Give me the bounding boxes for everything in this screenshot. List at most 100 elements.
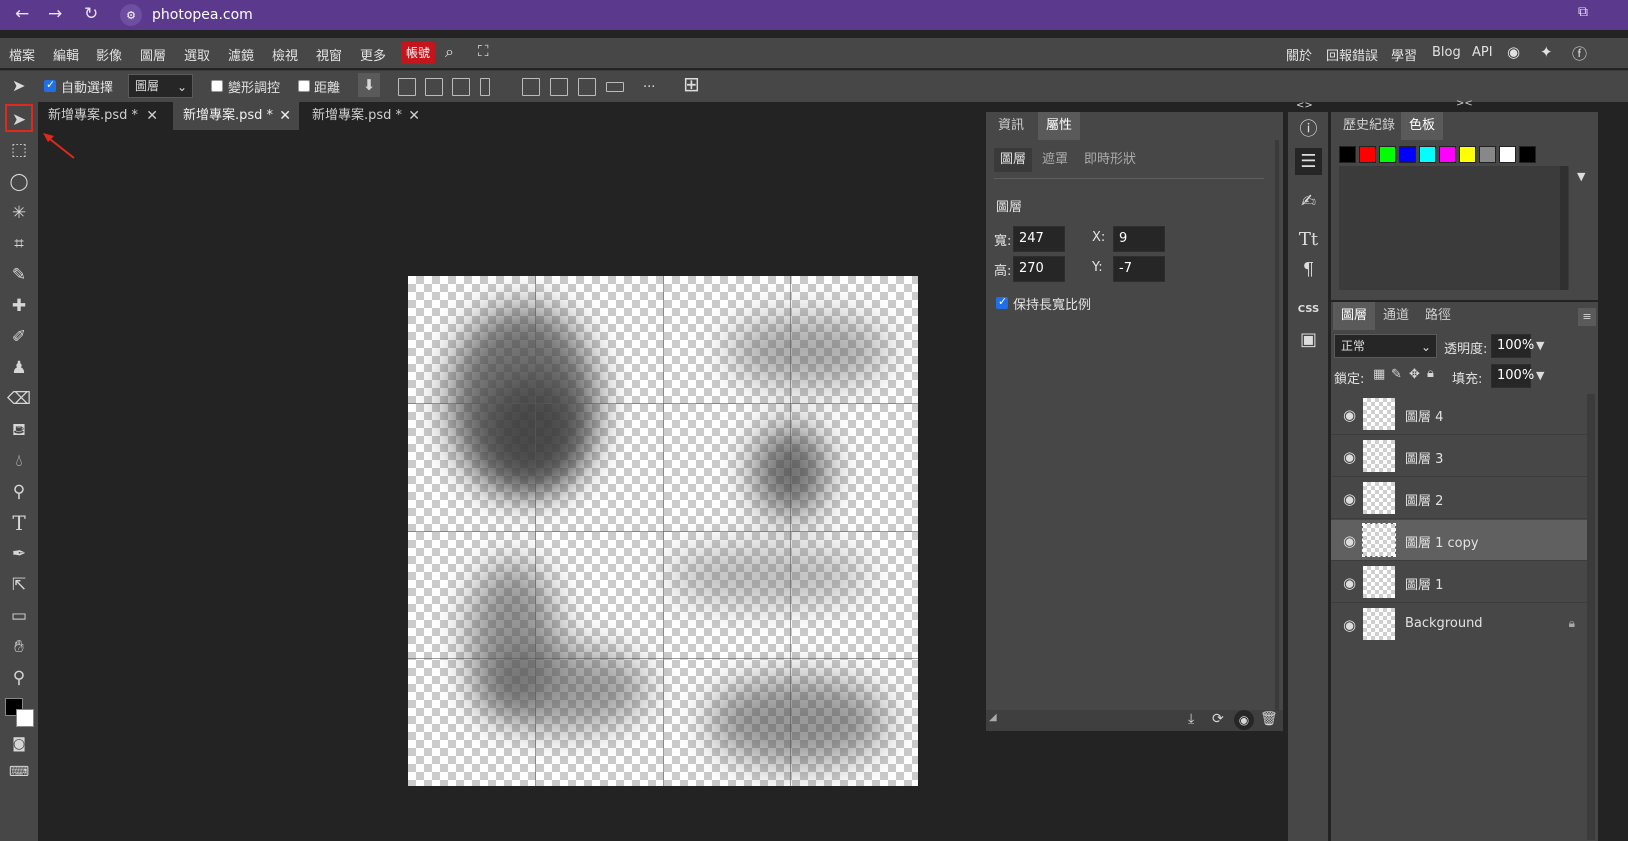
- address-bar[interactable]: ⚙ photopea.com: [120, 2, 270, 28]
- eye-icon[interactable]: ◉: [1343, 616, 1356, 634]
- align-bottom-icon[interactable]: [578, 78, 596, 96]
- auto-select-checkbox[interactable]: [44, 78, 56, 92]
- tab-channels[interactable]: 通道: [1375, 302, 1417, 330]
- align-center-h-icon[interactable]: [425, 78, 443, 96]
- auto-select-target-dropdown[interactable]: 圖層 ⌄: [128, 74, 193, 98]
- eyedropper-icon[interactable]: ✎: [5, 261, 33, 289]
- blur-tool-icon[interactable]: 💧︎: [5, 447, 33, 475]
- lock-all-icon[interactable]: 🔒︎: [1427, 366, 1434, 381]
- panel-menu-icon[interactable]: ≡: [1578, 308, 1596, 326]
- layer-row[interactable]: ◉ 圖層 1: [1331, 562, 1587, 603]
- adjustments-icon[interactable]: ☰: [1295, 148, 1322, 175]
- swatch-gray[interactable]: [1479, 146, 1496, 163]
- subtab-mask[interactable]: 遮罩: [1036, 148, 1074, 172]
- visibility-icon[interactable]: ◉: [1234, 710, 1254, 730]
- more-options[interactable]: ...: [643, 76, 655, 91]
- layer-row[interactable]: ◉ 圖層 2: [1331, 478, 1587, 519]
- brush-settings-icon[interactable]: ✍: [1295, 188, 1322, 215]
- tab-layers[interactable]: 圖層: [1333, 302, 1376, 330]
- layer-row-selected[interactable]: ◉ 圖層 1 copy: [1331, 520, 1587, 561]
- tab-history[interactable]: 歷史紀錄: [1335, 112, 1403, 140]
- reset-icon[interactable]: ⟳: [1212, 711, 1224, 727]
- doc-tab[interactable]: 新增專案.psd * ✕: [302, 102, 428, 130]
- paragraph-icon[interactable]: ¶: [1295, 256, 1322, 283]
- eraser-tool-icon[interactable]: ⌫: [5, 385, 33, 413]
- download-icon[interactable]: ⬇: [358, 73, 380, 97]
- reload-icon[interactable]: ↻: [84, 4, 98, 24]
- swatch-black-2[interactable]: [1519, 146, 1536, 163]
- x-input[interactable]: 9: [1113, 226, 1165, 252]
- lock-pixels-icon[interactable]: ✎: [1391, 367, 1402, 382]
- swatch-magenta[interactable]: [1439, 146, 1456, 163]
- scrollbar[interactable]: [1275, 140, 1279, 710]
- lock-transparency-icon[interactable]: ▦: [1373, 367, 1385, 382]
- menu-api[interactable]: API: [1472, 45, 1493, 60]
- height-input[interactable]: 270: [1013, 256, 1065, 282]
- menu-report-bug[interactable]: 回報錯誤: [1326, 45, 1378, 64]
- stamp-tool-icon[interactable]: ♟: [5, 354, 33, 382]
- menu-learn[interactable]: 學習: [1391, 45, 1417, 64]
- menu-filter[interactable]: 濾鏡: [228, 45, 254, 64]
- background-color-swatch[interactable]: [16, 709, 34, 727]
- opacity-input[interactable]: 100%: [1491, 334, 1534, 358]
- collapse-icon[interactable]: <>: [1296, 100, 1313, 111]
- facebook-icon[interactable]: ⓕ: [1572, 43, 1587, 64]
- y-input[interactable]: -7: [1113, 256, 1165, 282]
- swatch-cyan[interactable]: [1419, 146, 1436, 163]
- layer-row[interactable]: ◉ 圖層 3: [1331, 436, 1587, 477]
- eye-icon[interactable]: ◉: [1343, 406, 1356, 424]
- swatch-menu-icon[interactable]: ▼: [1577, 170, 1585, 183]
- menu-more[interactable]: 更多: [360, 45, 386, 64]
- fill-slider-icon[interactable]: ▼: [1536, 369, 1544, 382]
- reddit-icon[interactable]: ◉: [1507, 43, 1520, 61]
- hand-tool-icon[interactable]: ✋︎: [5, 633, 33, 661]
- brush-tool-icon[interactable]: ✐: [5, 323, 33, 351]
- close-icon[interactable]: ✕: [408, 102, 420, 130]
- site-settings-icon[interactable]: ⚙: [120, 4, 142, 26]
- cast-icon[interactable]: ⧉: [1578, 4, 1588, 20]
- swatch-black[interactable]: [1339, 146, 1356, 163]
- close-icon[interactable]: ✕: [279, 102, 291, 130]
- crop-tool-icon[interactable]: ⌗: [5, 230, 33, 258]
- tab-paths[interactable]: 路徑: [1417, 302, 1459, 330]
- expand-icon[interactable]: ><: [1456, 98, 1473, 109]
- lock-position-icon[interactable]: ✥: [1409, 367, 1420, 382]
- move-tool-icon[interactable]: ➤: [5, 104, 33, 132]
- text-tool-icon[interactable]: T: [5, 509, 33, 537]
- back-icon[interactable]: ←: [15, 4, 29, 24]
- search-icon[interactable]: ⌕: [445, 42, 454, 62]
- marquee-tool-icon[interactable]: ⬚: [5, 136, 33, 164]
- eye-icon[interactable]: ◉: [1343, 448, 1356, 466]
- keyboard-icon[interactable]: ⌨: [5, 758, 33, 786]
- zoom-tool-icon[interactable]: ⚲: [5, 664, 33, 692]
- healing-brush-icon[interactable]: ✚: [5, 292, 33, 320]
- align-right-icon[interactable]: [452, 78, 470, 96]
- menu-layer[interactable]: 圖層: [140, 45, 166, 64]
- distribute-h-icon[interactable]: [480, 78, 490, 96]
- swatch-white[interactable]: [1499, 146, 1516, 163]
- fill-input[interactable]: 100%: [1491, 364, 1534, 388]
- trash-icon[interactable]: 🗑︎: [1260, 711, 1278, 727]
- paint-bucket-icon[interactable]: ⛾: [5, 416, 33, 444]
- doc-tab[interactable]: 新增專案.psd * ✕: [38, 102, 166, 130]
- rectangle-tool-icon[interactable]: ▭: [5, 602, 33, 630]
- info-icon[interactable]: ⓘ: [1295, 116, 1322, 143]
- menu-file[interactable]: 檔案: [9, 45, 35, 64]
- subtab-layer[interactable]: 圖層: [994, 148, 1033, 172]
- eye-icon[interactable]: ◉: [1343, 490, 1356, 508]
- subtab-live-shape[interactable]: 即時形狀: [1078, 148, 1142, 172]
- eye-icon[interactable]: ◉: [1343, 532, 1356, 550]
- keep-ratio-checkbox[interactable]: [996, 295, 1008, 309]
- doc-tab-active[interactable]: 新增專案.psd * ✕: [173, 102, 299, 130]
- align-top-icon[interactable]: [522, 78, 540, 96]
- tab-swatches[interactable]: 色板: [1401, 112, 1444, 140]
- scrollbar[interactable]: [1560, 166, 1568, 290]
- menu-about[interactable]: 關於: [1286, 45, 1312, 64]
- swatch-red[interactable]: [1359, 146, 1376, 163]
- layer-row[interactable]: ◉ 圖層 4: [1331, 394, 1587, 435]
- lasso-tool-icon[interactable]: ◯: [5, 168, 33, 196]
- align-left-icon[interactable]: [398, 78, 416, 96]
- document-canvas[interactable]: [408, 276, 918, 786]
- path-select-icon[interactable]: ⇱: [5, 571, 33, 599]
- eye-icon[interactable]: ◉: [1343, 574, 1356, 592]
